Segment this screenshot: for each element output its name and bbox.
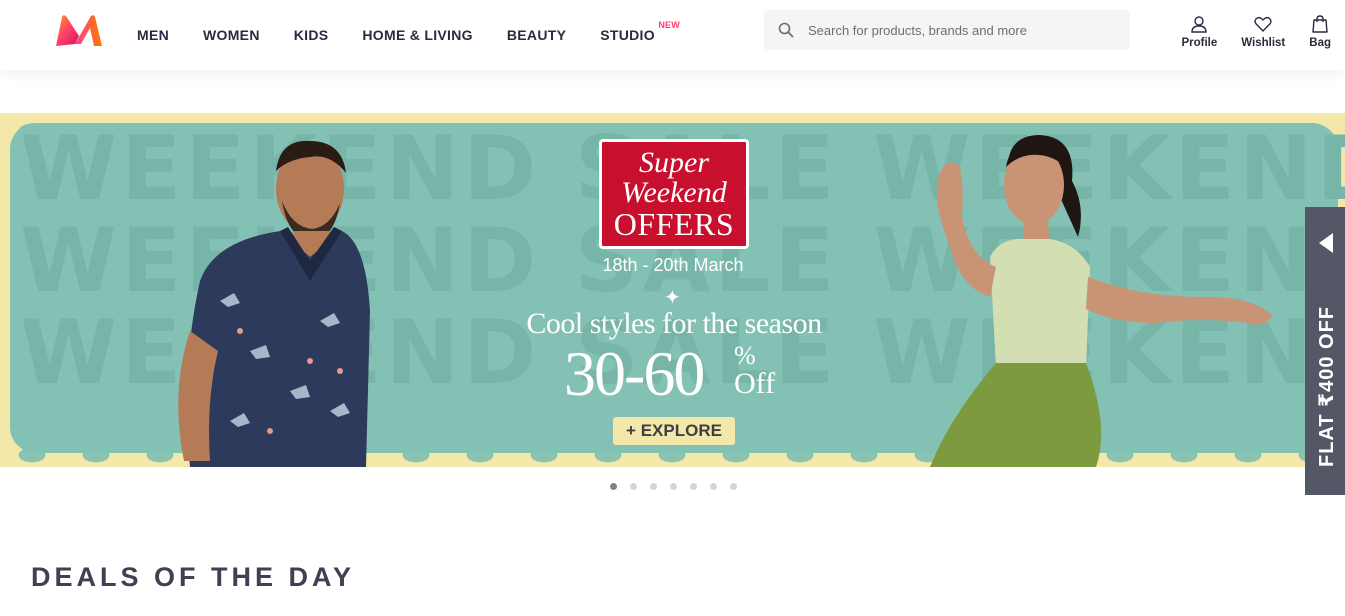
discount-value: 30-60 <box>564 338 705 409</box>
nav-studio-label: STUDIO <box>600 27 655 43</box>
caret-left-icon[interactable] <box>1319 233 1333 253</box>
hero-banner[interactable]: WEEKEND SALE WEEKEND SALE WEEKEND SALE W… <box>0 113 1345 467</box>
flat-offer-label: FLAT ₹400 OFF <box>1316 306 1338 467</box>
model-man-image <box>178 140 370 467</box>
new-badge: NEW <box>658 20 680 30</box>
nav-home-living[interactable]: HOME & LIVING <box>345 0 489 70</box>
nav-kids-label: KIDS <box>293 27 329 43</box>
search-icon[interactable] <box>764 10 808 50</box>
nav-studio[interactable]: STUDIO NEW <box>583 0 680 70</box>
carousel-dot[interactable] <box>650 483 657 490</box>
main-nav: MEN WOMEN KIDS HOME & LIVING BEAUTY STUD… <box>120 0 680 70</box>
discount-off: Off <box>734 367 776 400</box>
offer-line-3: OFFERS <box>613 206 735 242</box>
search-bar[interactable] <box>764 10 1130 50</box>
nav-women-label: WOMEN <box>203 27 260 43</box>
flat-offer-tab[interactable]: FLAT ₹400 OFF <box>1305 207 1345 495</box>
profile-label: Profile <box>1181 37 1218 49</box>
carousel-dots <box>610 483 750 490</box>
carousel-dot[interactable] <box>610 483 617 490</box>
carousel-dot[interactable] <box>690 483 697 490</box>
profile-icon <box>1191 16 1208 33</box>
bag-button[interactable]: Bag <box>1309 14 1331 49</box>
offer-line-2: Weekend <box>621 176 727 209</box>
discount-range: 30-60 % Off <box>564 338 775 409</box>
section-title: DEALS OF THE DAY <box>31 562 356 592</box>
site-header: MEN WOMEN KIDS HOME & LIVING BEAUTY STUD… <box>0 0 1345 70</box>
header-actions: Profile Wishlist Bag <box>1157 14 1331 49</box>
carousel-dot[interactable] <box>630 483 637 490</box>
offer-line-1: Super <box>639 146 709 179</box>
carousel-dot[interactable] <box>670 483 677 490</box>
wishlist-button[interactable]: Wishlist <box>1241 14 1285 49</box>
wishlist-label: Wishlist <box>1241 37 1286 49</box>
nav-men[interactable]: MEN <box>120 0 186 70</box>
nav-beauty[interactable]: BEAUTY <box>490 0 583 70</box>
model-woman-image <box>930 135 1272 467</box>
heart-icon <box>1254 16 1272 32</box>
search-input[interactable] <box>808 22 1108 38</box>
explore-button[interactable]: + EXPLORE <box>613 417 735 445</box>
bag-label: Bag <box>1309 37 1331 49</box>
nav-men-label: MEN <box>137 27 170 43</box>
carousel-dot[interactable] <box>710 483 717 490</box>
sale-dates: 18th - 20th March <box>602 255 744 275</box>
nav-beauty-label: BEAUTY <box>506 27 567 43</box>
discount-percent: % <box>734 341 756 370</box>
nav-home-living-label: HOME & LIVING <box>362 27 473 43</box>
bag-icon <box>1312 15 1328 33</box>
nav-women[interactable]: WOMEN <box>186 0 277 70</box>
nav-kids[interactable]: KIDS <box>277 0 346 70</box>
super-weekend-offers-badge: Super Weekend OFFERS <box>599 139 749 249</box>
banner-tagline: Cool styles for the season <box>526 307 822 340</box>
carousel-dot[interactable] <box>730 483 737 490</box>
myntra-logo[interactable] <box>54 14 104 48</box>
profile-button[interactable]: Profile <box>1181 14 1217 49</box>
